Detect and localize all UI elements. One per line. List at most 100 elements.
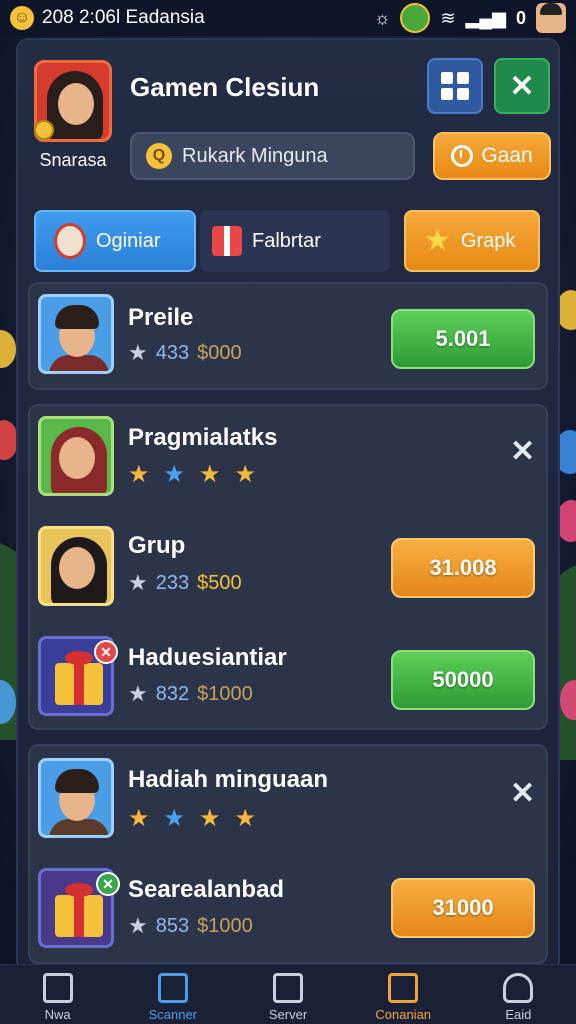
tab-falbrtar[interactable]: Falbrtar (200, 210, 390, 272)
tab-label: Oginiar (96, 229, 161, 252)
status-time: 208 2:06l Eadansia (42, 7, 205, 28)
star-icon: ★ (234, 461, 257, 488)
dismiss-icon[interactable]: ✕ (510, 776, 535, 811)
row-coins: $500 (197, 571, 242, 594)
nav-label: Server (268, 1007, 308, 1022)
star-icon: ★ (128, 681, 148, 706)
doll-icon (54, 223, 86, 259)
value-button[interactable]: 5.001 (391, 309, 535, 369)
row-coins: $1000 (197, 914, 253, 937)
user-avatar[interactable] (536, 3, 566, 33)
nav-label: Eaid (505, 1007, 532, 1022)
value-button[interactable]: 31000 (391, 878, 535, 938)
clock-icon (451, 145, 474, 167)
nav-item-conanian[interactable]: Conanian (346, 965, 461, 1024)
grid-icon (441, 72, 469, 100)
row-stats: ★ 853 $1000 (128, 913, 253, 939)
emoji-icon: ☺ (10, 6, 34, 30)
nav-item-nwa[interactable]: Nwa (0, 965, 115, 1024)
scanner-icon (157, 973, 188, 1003)
avatar-face (59, 437, 95, 479)
star-icon: ★ (128, 570, 148, 595)
bottom-navigation: Nwa Scanner Server Conanian Eaid (0, 964, 576, 1024)
star-icon: ★ (199, 461, 221, 488)
character-icon (400, 3, 431, 33)
nav-label: Nwa (44, 1007, 71, 1022)
player-avatar[interactable] (38, 416, 114, 496)
row-name: Haduesiantiar (128, 644, 287, 671)
gift-bow (65, 651, 93, 665)
avatar-hair (55, 305, 99, 329)
status-bar: ☺ 208 2:06l Eadansia ☼ ≋ ▂▄▆ 0 (0, 0, 576, 36)
balloon-decoration (556, 500, 576, 542)
grid-icon (42, 973, 73, 1003)
balloon-decoration (0, 330, 16, 368)
row-stats: ★ 433 $000 (128, 340, 242, 366)
upload-icon (273, 973, 303, 1003)
star-icon: ★ (234, 805, 257, 832)
nav-item-scanner[interactable]: Scanner (115, 965, 230, 1024)
star-icon: ★ (128, 913, 148, 938)
wifi-icon: ≋ (440, 7, 456, 28)
player-avatar[interactable] (38, 526, 114, 606)
star-icon: ★ (128, 461, 150, 488)
value-button[interactable]: 31.008 (391, 538, 535, 598)
star-icon: ★ (424, 224, 451, 257)
gain-label: Gaan (481, 144, 533, 167)
tab-grapk[interactable]: ★ Grapk (404, 210, 540, 272)
star-rating: ★ ★ ★ ★ (128, 460, 256, 489)
row-name: Preile (128, 304, 194, 331)
star-icon: ★ (128, 805, 150, 832)
profile-name: Snarasa (39, 150, 107, 170)
page-title: Gamen Clesiun (130, 72, 320, 102)
add-badge-icon[interactable]: ✕ (96, 872, 120, 896)
avatar-face (59, 547, 95, 589)
close-icon: ✕ (509, 69, 535, 103)
row-coins: $000 (197, 341, 242, 364)
star-rating: ★ ★ ★ ★ (128, 804, 256, 833)
dismiss-icon[interactable]: ✕ (510, 434, 535, 469)
avatar-body (49, 355, 109, 371)
level-badge-icon (34, 120, 54, 140)
row-level: 433 (155, 341, 190, 364)
gift-bow (65, 883, 93, 897)
nav-label: Conanian (375, 1007, 432, 1022)
row-name: Pragmialatks (128, 424, 278, 451)
star-icon: ★ (199, 805, 221, 832)
player-avatar[interactable] (38, 294, 114, 374)
nav-label: Scanner (148, 1007, 198, 1022)
gift-icon (212, 226, 242, 256)
balloon-decoration (556, 290, 576, 330)
row-stats: ★ 832 $1000 (128, 681, 253, 707)
row-level: 832 (155, 682, 190, 705)
balloon-decoration (0, 420, 18, 460)
value-button[interactable]: 50000 (391, 650, 535, 710)
gain-button[interactable]: Gaan (433, 132, 551, 180)
player-avatar[interactable] (38, 758, 114, 838)
task-icon (388, 973, 419, 1003)
tab-oginiar[interactable]: Oginiar (34, 210, 196, 272)
star-icon: ★ (163, 461, 186, 488)
search-value: Rukark Minguna (182, 144, 328, 167)
remove-badge-icon[interactable]: ✕ (94, 640, 118, 664)
row-level: 233 (155, 571, 190, 594)
row-name: Hadiah minguaan (128, 766, 329, 793)
profile-icon (503, 973, 534, 1003)
close-button[interactable]: ✕ (494, 58, 550, 114)
nav-item-server[interactable]: Server (230, 965, 345, 1024)
row-coins: $1000 (197, 682, 253, 705)
avatar-body (49, 819, 109, 835)
status-icons: ☼ ≋ ▂▄▆ 0 (374, 3, 566, 33)
row-name: Grup (128, 532, 186, 559)
avatar-face (58, 83, 94, 125)
star-icon: ★ (128, 340, 148, 365)
avatar-hair (55, 769, 99, 793)
search-input[interactable]: Q Rukark Minguna (130, 132, 415, 180)
signal-icon: ▂▄▆ (465, 7, 506, 28)
tab-label: Falbrtar (252, 229, 321, 252)
grid-menu-button[interactable] (427, 58, 483, 114)
tab-label: Grapk (460, 229, 516, 252)
nav-item-eaid[interactable]: Eaid (461, 965, 576, 1024)
star-icon: ★ (163, 805, 186, 832)
battery-indicator: 0 (515, 7, 526, 28)
